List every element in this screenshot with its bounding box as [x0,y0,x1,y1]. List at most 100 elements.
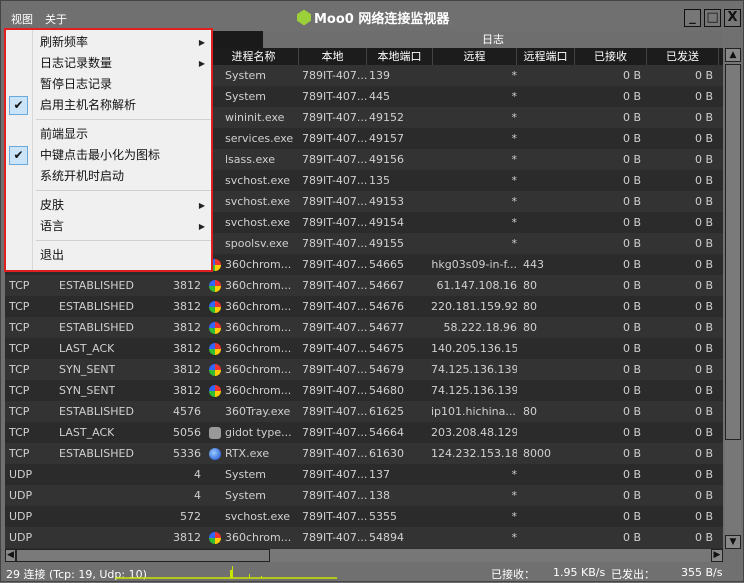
close-button[interactable]: X [724,9,741,27]
col-remote-port[interactable]: 远程端口 [517,48,575,65]
table-row[interactable]: TCP SYN_SENT 3812 360chrom... 789IT-407... 54… [5,380,723,401]
cell-state: SYN_SENT [59,363,116,376]
vertical-scrollbar[interactable]: ▲ ▼ [725,48,741,549]
cell-pid: 3812 [173,321,201,334]
scroll-up-button[interactable]: ▲ [725,48,741,62]
table-row[interactable]: TCP LAST_ACK 3812 360chrom... 789IT-407... 54… [5,338,723,359]
cell-local: 789IT-407... [302,447,368,460]
table-row[interactable]: UDP 3812 360chrom... 789IT-407... 54894 * 0 B 0… [5,527,723,548]
horizontal-scroll-thumb[interactable] [16,549,270,562]
table-row[interactable]: UDP 4 System 789IT-407... 137 * 0 B 0 B [5,464,723,485]
checkmark-icon: ✔ [9,146,28,165]
scroll-down-button[interactable]: ▼ [725,535,741,549]
col-remote[interactable]: 远程 [433,48,517,65]
horizontal-scrollbar[interactable]: ◀ ▶ [5,549,723,562]
menu-item-label: 前端显示 [40,127,89,141]
cell-lport: 49156 [369,153,404,166]
menu-view[interactable]: 视图 [11,11,33,27]
cell-proto: TCP [9,384,30,397]
table-row[interactable]: TCP ESTABLISHED 3812 360chrom... 789IT-407..… [5,296,723,317]
col-received[interactable]: 已接收 [575,48,647,65]
menu-item[interactable]: 前端显示 [6,124,211,145]
cell-recv: 0 B [622,132,641,145]
cell-name: 360chrom... [225,258,292,271]
checkmark-icon: ✔ [9,96,28,115]
table-row[interactable]: TCP ESTABLISHED 5336 RTX.exe 789IT-407... 616… [5,443,723,464]
cell-pid: 3812 [173,300,201,313]
cell-sent: 0 B [694,69,713,82]
menu-item[interactable]: 刷新频率 ▶ [6,32,211,53]
submenu-arrow-icon: ▶ [198,59,205,68]
menu-item[interactable]: 皮肤 ▶ [6,195,211,216]
cell-name: wininit.exe [225,111,285,124]
maximize-button[interactable]: □ [704,9,721,27]
cell-lport: 49154 [369,216,404,229]
cell-sent: 0 B [694,426,713,439]
table-row[interactable]: TCP LAST_ACK 5056 gidot type... 789IT-407...… [5,422,723,443]
menu-item[interactable]: ✔ 启用主机名称解析 [6,95,211,116]
table-row[interactable]: TCP SYN_SENT 3812 360chrom... 789IT-407... 54… [5,359,723,380]
menu-item[interactable]: 暂停日志记录 [6,74,211,95]
cell-recv: 0 B [622,237,641,250]
cell-remote: 124.232.153.186 [431,447,517,460]
menu-item[interactable]: 日志记录数量 ▶ [6,53,211,74]
col-process[interactable]: 进程名称 [209,48,299,65]
scroll-thumb[interactable] [725,64,741,440]
menu-item[interactable]: ✔ 中键点击最小化为图标 [6,145,211,166]
cell-lport: 49157 [369,132,404,145]
table-row[interactable]: TCP ESTABLISHED 3812 360chrom... 789IT-407..… [5,275,723,296]
cell-recv: 0 B [622,216,641,229]
menu-item-label: 系统开机时启动 [40,169,125,183]
cell-lport: 138 [369,489,390,502]
menu-item[interactable]: 语言 ▶ [6,216,211,237]
360-process-icon [209,385,221,397]
table-row[interactable]: UDP 572 svchost.exe 789IT-407... 5355 * 0 B 0 B [5,506,723,527]
cell-sent: 0 B [694,384,713,397]
360-process-icon [209,343,221,355]
col-local[interactable]: 本地 [299,48,367,65]
cell-local: 789IT-407... [302,363,368,376]
menu-separator [36,240,211,241]
cell-name: gidot type... [225,426,292,439]
scroll-left-button[interactable]: ◀ [5,549,16,562]
cell-pid: 5336 [173,447,201,460]
cell-lport: 139 [369,69,390,82]
cell-local: 789IT-407... [302,258,368,271]
cell-recv: 0 B [622,69,641,82]
menu-item[interactable]: 退出 [6,245,211,266]
menu-item-label: 皮肤 [40,198,65,212]
window-title-text: Moo0 网络连接监视器 [314,12,450,27]
menu-item-label: 日志记录数量 [40,56,113,70]
cell-local: 789IT-407... [302,153,368,166]
cell-local: 789IT-407... [302,468,368,481]
cell-sent: 0 B [694,195,713,208]
cell-remote: ip101.hichina.... [431,405,517,418]
menu-about[interactable]: 关于 [45,11,67,27]
col-sent[interactable]: 已发送 [647,48,719,65]
menu-item-label: 暂停日志记录 [40,77,113,91]
cell-name: 360chrom... [225,531,292,544]
cell-lport: 54894 [369,531,404,544]
tab-log[interactable]: 日志 [263,31,723,48]
col-local-port[interactable]: 本地端口 [367,48,433,65]
cell-local: 789IT-407... [302,426,368,439]
cell-rport: 80 [523,279,537,292]
cell-sent: 0 B [694,531,713,544]
cell-proto: UDP [9,489,33,502]
cell-proto: TCP [9,405,30,418]
cell-local: 789IT-407... [302,384,368,397]
cell-remote: * [511,216,518,229]
minimize-button[interactable]: _ [684,9,701,27]
cell-proto: UDP [9,531,33,544]
cell-local: 789IT-407... [302,531,368,544]
table-row[interactable]: TCP ESTABLISHED 3812 360chrom... 789IT-407..… [5,317,723,338]
scroll-right-button[interactable]: ▶ [711,549,723,562]
cell-remote: * [511,468,518,481]
table-row[interactable]: UDP 4 System 789IT-407... 138 * 0 B 0 B [5,485,723,506]
cell-name: 360chrom... [225,342,292,355]
cell-name: System [225,69,267,82]
cell-state: ESTABLISHED [59,300,134,313]
menu-item[interactable]: 系统开机时启动 [6,166,211,187]
cell-state: ESTABLISHED [59,279,134,292]
table-row[interactable]: TCP ESTABLISHED 4576 360Tray.exe 789IT-407..… [5,401,723,422]
